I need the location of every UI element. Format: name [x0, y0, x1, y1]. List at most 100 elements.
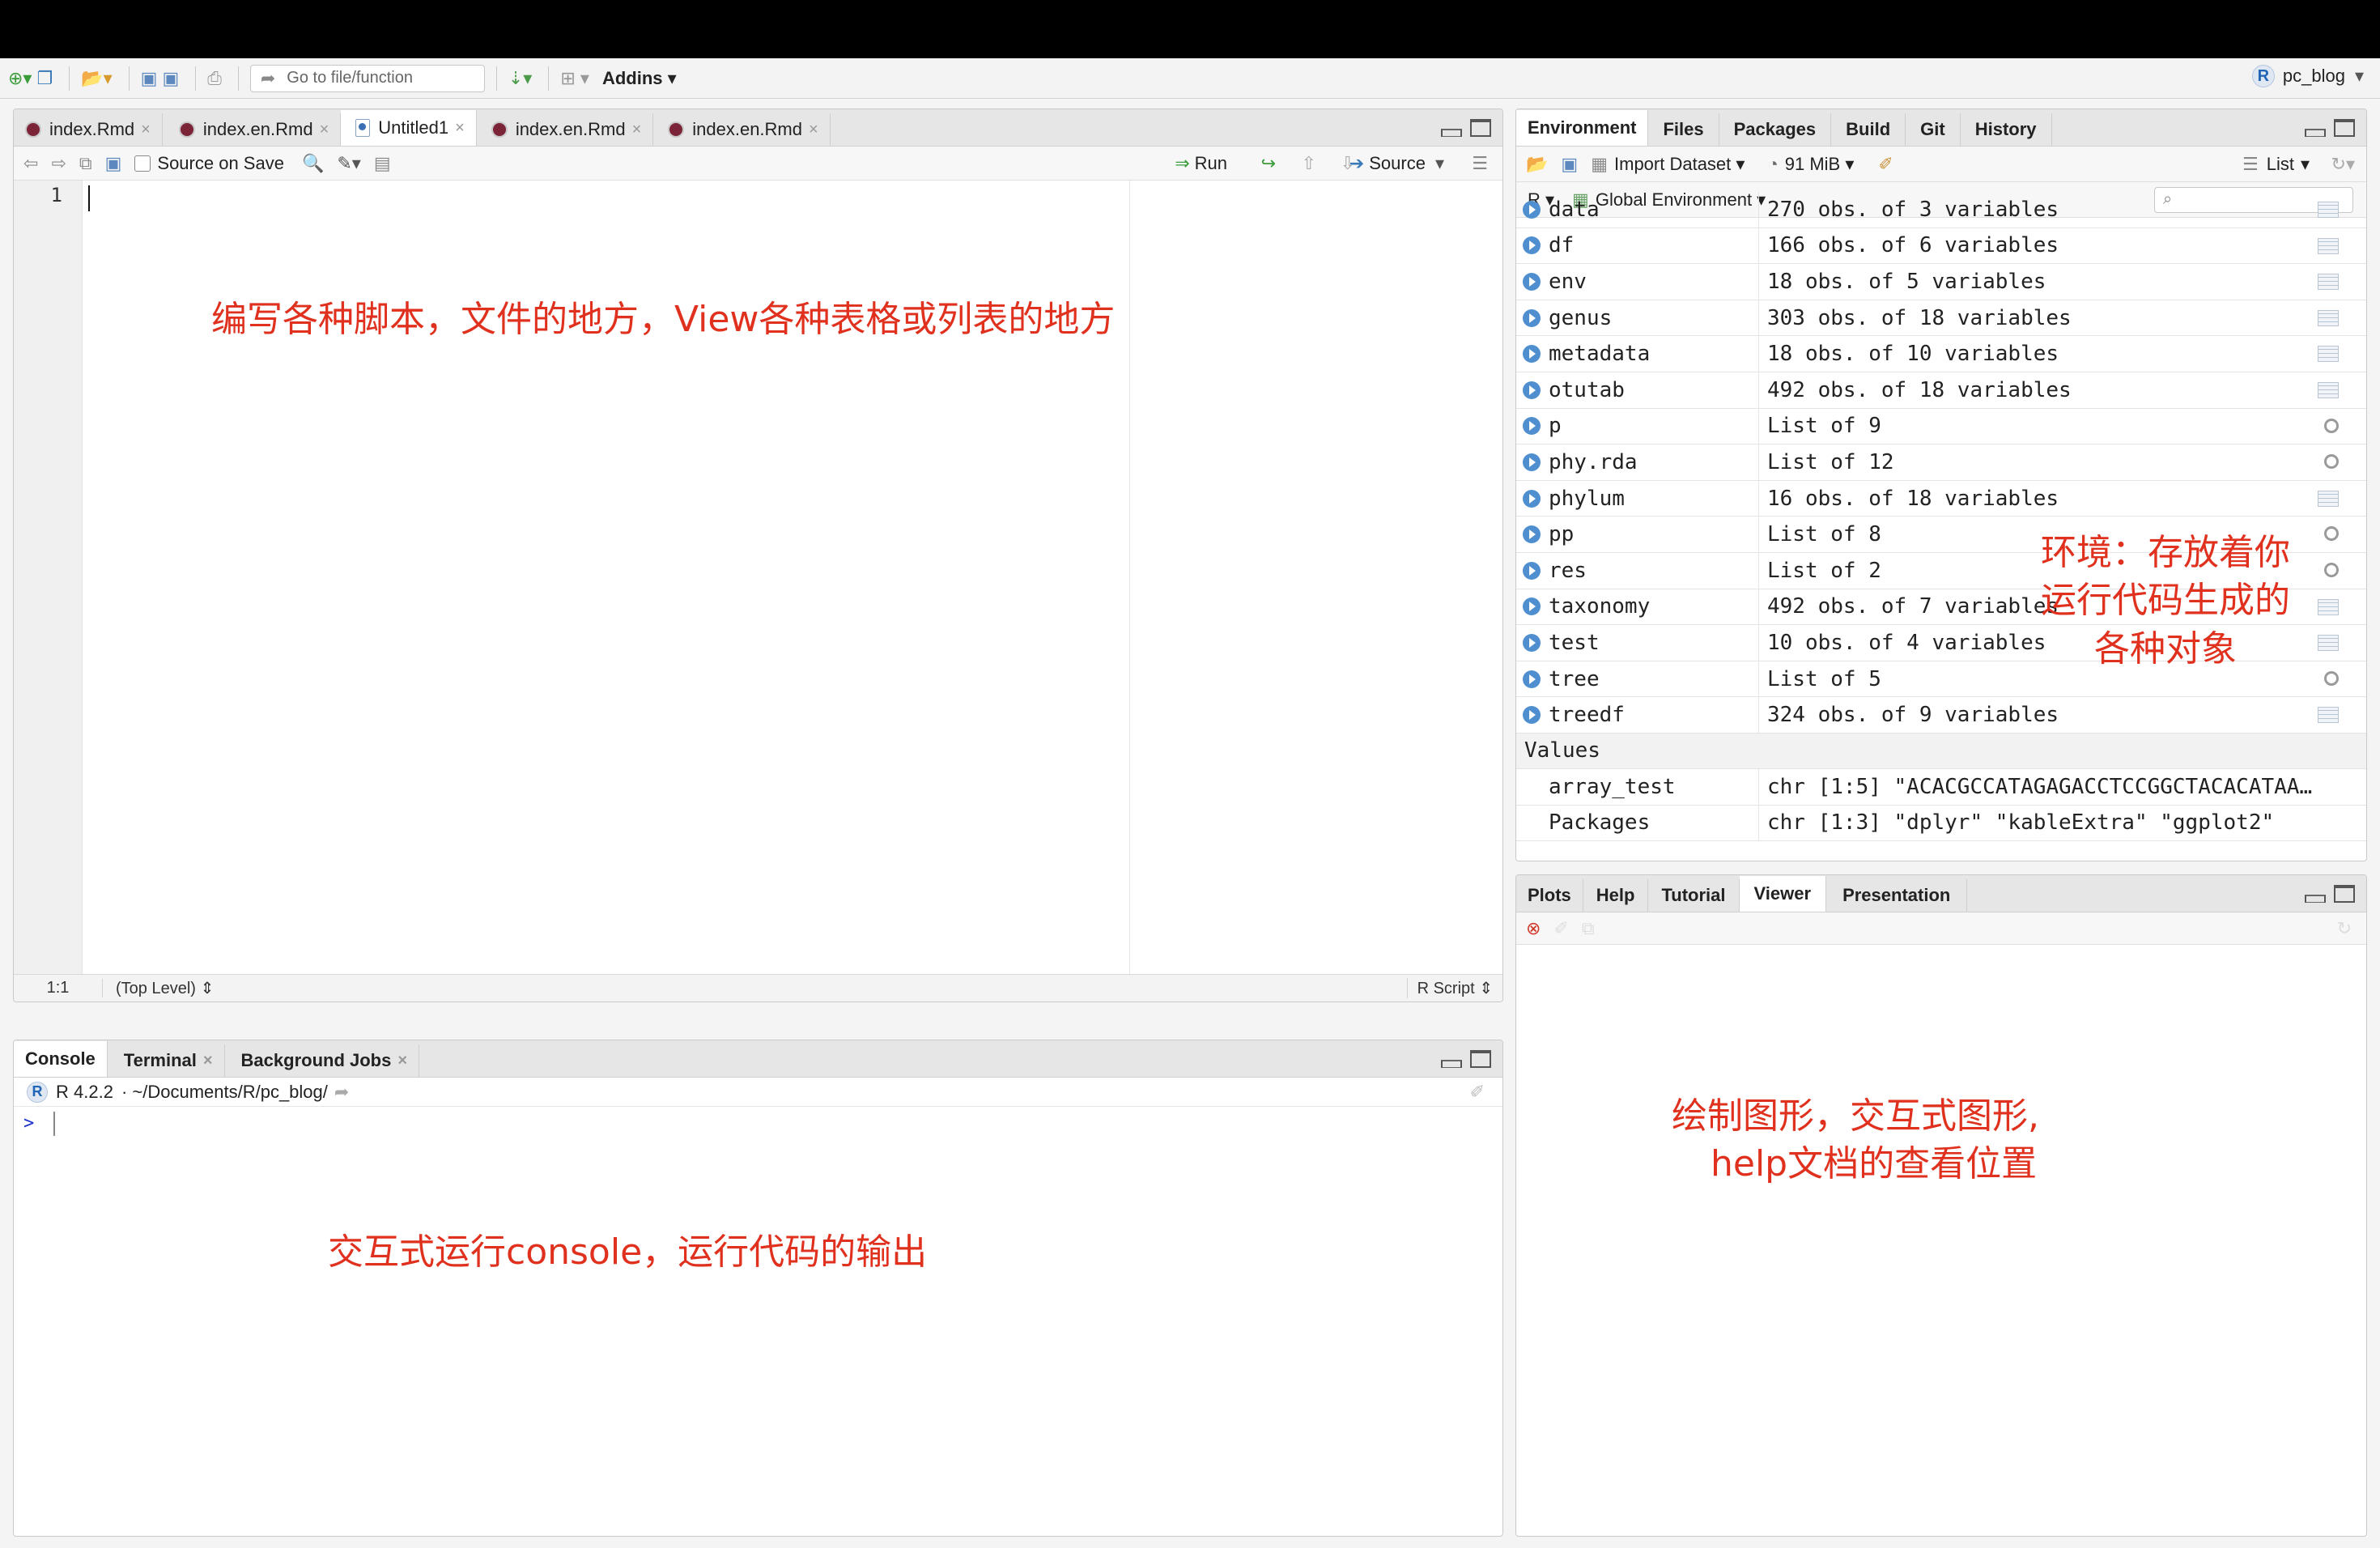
view-table-icon[interactable]	[2318, 309, 2339, 326]
addins-menu[interactable]: Addins ▾	[602, 68, 677, 89]
close-icon[interactable]: ×	[455, 119, 465, 138]
scope-selector[interactable]: (Top Level) ⇕	[103, 978, 214, 998]
environment-row[interactable]: df 166 obs. of 6 variables	[1516, 228, 2366, 265]
load-workspace-icon[interactable]: 📂	[1526, 154, 1548, 175]
memory-usage[interactable]: 91 MiB ▾	[1785, 154, 1855, 175]
tab-presentation[interactable]: Presentation	[1826, 879, 1968, 912]
expand-icon[interactable]	[1523, 453, 1541, 471]
expand-icon[interactable]	[1523, 598, 1541, 616]
compile-report-icon[interactable]: ▤	[374, 153, 391, 174]
source-button[interactable]: ➔ Source ▾	[1349, 153, 1444, 174]
expand-icon[interactable]	[1523, 200, 1541, 219]
tab-packages[interactable]: Packages	[1719, 113, 1832, 146]
expand-icon[interactable]	[1523, 525, 1541, 544]
outline-icon[interactable]: ☰	[1472, 153, 1488, 174]
tab-index-en-rmd[interactable]: index.en.Rmd ×	[163, 113, 342, 146]
tab-history[interactable]: History	[1961, 113, 2052, 146]
maximize-icon[interactable]	[2334, 885, 2355, 903]
expand-icon[interactable]	[1523, 272, 1541, 291]
tab-terminal[interactable]: Terminal ×	[108, 1044, 225, 1077]
environment-row[interactable]: data 270 obs. of 3 variables	[1516, 192, 2366, 228]
view-table-icon[interactable]	[2318, 490, 2339, 507]
save-icon[interactable]: ▣	[141, 65, 158, 92]
pane-layout-icon[interactable]: ⊞ ▾	[560, 65, 589, 92]
environment-row[interactable]: metadata 18 obs. of 10 variables	[1516, 336, 2366, 372]
tab-console[interactable]: Console	[14, 1041, 108, 1077]
value-row[interactable]: array_test chr [1:5] "ACACGCCATAGAGACCTCC…	[1516, 768, 2366, 806]
back-arrow-icon[interactable]: ⇦	[23, 153, 38, 174]
close-icon[interactable]: ×	[809, 121, 818, 139]
open-file-icon[interactable]: 📂▾	[81, 65, 112, 92]
expand-icon[interactable]	[1523, 561, 1541, 580]
minimize-icon[interactable]	[1441, 1060, 1462, 1068]
tab-git[interactable]: Git	[1906, 113, 1961, 146]
expand-icon[interactable]	[1523, 236, 1541, 255]
save-all-icon[interactable]: ▣	[162, 65, 179, 92]
tab-environment[interactable]: Environment	[1516, 110, 1649, 146]
maximize-icon[interactable]	[1470, 1050, 1491, 1068]
go-to-directory-icon[interactable]: ➦	[334, 1082, 349, 1103]
environment-row[interactable]: genus 303 obs. of 18 variables	[1516, 300, 2366, 337]
close-icon[interactable]: ×	[320, 121, 329, 139]
view-table-icon[interactable]	[2318, 381, 2339, 398]
code-editor[interactable]	[83, 181, 1502, 974]
show-in-window-icon[interactable]: ⧉	[79, 153, 92, 174]
source-on-save-checkbox[interactable]	[134, 155, 151, 172]
view-table-icon[interactable]	[2318, 635, 2339, 652]
expand-icon[interactable]	[1523, 345, 1541, 364]
print-icon[interactable]: ⎙	[207, 65, 222, 92]
tab-tutorial[interactable]: Tutorial	[1648, 879, 1740, 912]
environment-row[interactable]: env 18 obs. of 5 variables	[1516, 264, 2366, 300]
save-icon[interactable]: ▣	[105, 153, 122, 174]
view-table-icon[interactable]	[2318, 707, 2339, 724]
maximize-icon[interactable]	[1470, 119, 1491, 137]
export-icon[interactable]: ⧉	[1582, 918, 1595, 939]
tab-build[interactable]: Build	[1831, 113, 1906, 146]
environment-row[interactable]: p List of 9	[1516, 408, 2366, 445]
clear-console-broom-icon[interactable]: ✐	[1470, 1082, 1485, 1103]
expand-icon[interactable]	[1523, 417, 1541, 436]
tab-index-en-rmd-2[interactable]: index.en.Rmd ×	[477, 113, 654, 146]
environment-row[interactable]: treedf 324 obs. of 9 variables	[1516, 697, 2366, 734]
stop-icon[interactable]: ⊗	[1526, 918, 1541, 939]
tab-index-en-rmd-3[interactable]: index.en.Rmd ×	[653, 113, 831, 146]
tab-background-jobs[interactable]: Background Jobs ×	[225, 1044, 420, 1077]
environment-row[interactable]: phylum 16 obs. of 18 variables	[1516, 480, 2366, 517]
expand-icon[interactable]	[1523, 706, 1541, 725]
expand-icon[interactable]	[1523, 633, 1541, 652]
minimize-icon[interactable]	[2305, 895, 2326, 903]
save-workspace-icon[interactable]: ▣	[1561, 154, 1578, 175]
inspect-search-icon[interactable]	[2324, 670, 2339, 686]
environment-row[interactable]: otutab 492 obs. of 18 variables	[1516, 372, 2366, 409]
code-tools-wand-icon[interactable]: ✎▾	[337, 153, 360, 174]
new-file-icon[interactable]: ⊕▾	[8, 65, 32, 92]
minimize-icon[interactable]	[1441, 129, 1462, 137]
goto-file-input[interactable]: ➦ Go to file/function	[249, 64, 485, 92]
inspect-search-icon[interactable]	[2324, 562, 2339, 577]
run-button[interactable]: ⇒ Run	[1175, 153, 1227, 174]
expand-icon[interactable]	[1523, 670, 1541, 688]
forward-arrow-icon[interactable]: ⇨	[51, 153, 66, 174]
clear-env-broom-icon[interactable]: ✐	[1878, 154, 1893, 175]
go-up-icon[interactable]: ⇧	[1302, 153, 1316, 174]
expand-icon[interactable]	[1523, 489, 1541, 508]
tab-viewer[interactable]: Viewer	[1739, 876, 1827, 912]
view-table-icon[interactable]	[2318, 202, 2339, 218]
minimize-icon[interactable]	[2305, 129, 2326, 137]
console-input[interactable]: >	[14, 1112, 1502, 1136]
view-table-icon[interactable]	[2318, 237, 2339, 254]
import-dataset-button[interactable]: Import Dataset ▾	[1614, 154, 1745, 175]
refresh-icon[interactable]: ↻	[2337, 918, 2352, 939]
tab-untitled1[interactable]: Untitled1 ×	[341, 110, 477, 146]
view-table-icon[interactable]	[2318, 346, 2339, 363]
tab-index-rmd[interactable]: index.Rmd ×	[14, 113, 163, 146]
expand-icon[interactable]	[1523, 308, 1541, 327]
value-row[interactable]: Packages chr [1:3] "dplyr" "kableExtra" "…	[1516, 805, 2366, 842]
view-table-icon[interactable]	[2318, 598, 2339, 615]
inspect-search-icon[interactable]	[2324, 418, 2339, 433]
refresh-icon[interactable]: ↻▾	[2331, 154, 2355, 175]
close-icon[interactable]: ×	[141, 121, 151, 139]
tab-files[interactable]: Files	[1648, 113, 1719, 146]
expand-icon[interactable]	[1523, 381, 1541, 399]
rerun-icon[interactable]: ↪	[1261, 153, 1276, 174]
